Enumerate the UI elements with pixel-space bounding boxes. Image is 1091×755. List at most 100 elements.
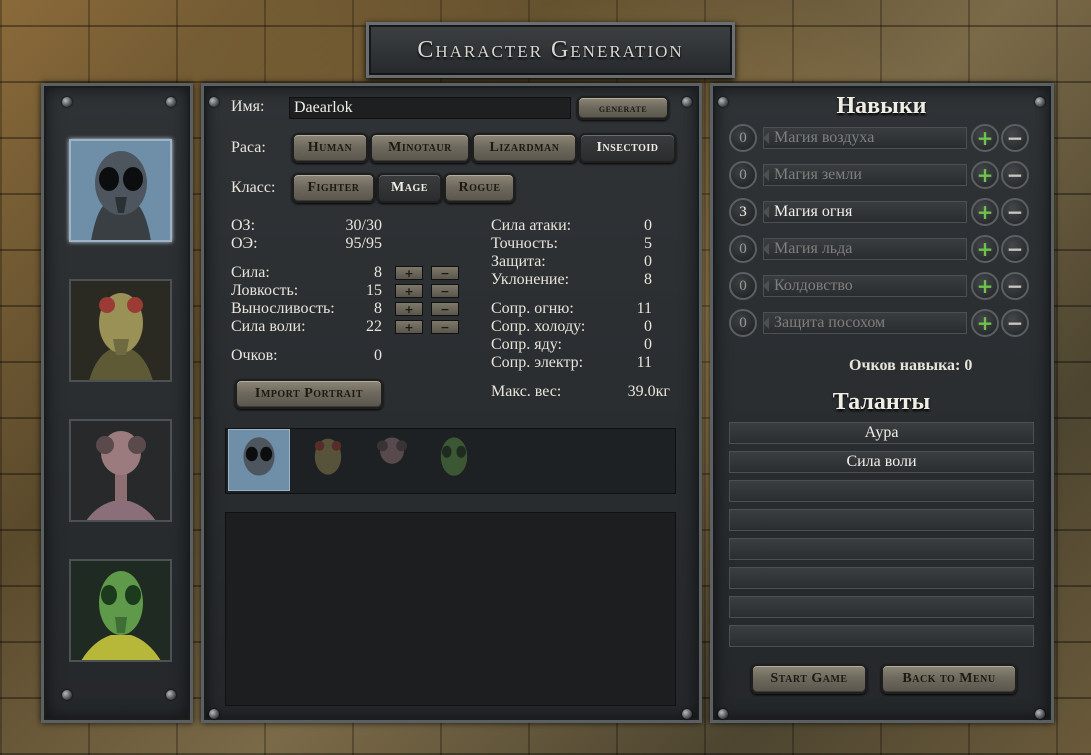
insectoid-portrait-icon [229, 430, 289, 490]
max-weight-label: Макс. вес: [491, 383, 562, 400]
endurance-minus-button[interactable]: − [431, 302, 459, 316]
race-insectoid-label: Insectoid [596, 140, 659, 155]
race-minotaur-label: Minotaur [388, 140, 452, 155]
skill-row: 0 Магия льда + − [729, 235, 1034, 263]
talent-slot[interactable] [729, 567, 1034, 589]
race-label: Раса: [231, 139, 266, 156]
agility-label: Ловкость: [231, 282, 299, 299]
agility-minus-button[interactable]: − [431, 284, 459, 298]
import-portrait-button[interactable]: Import Portrait [235, 379, 383, 409]
description-box [225, 512, 676, 706]
mp-value: 95/95 [345, 235, 382, 252]
rivet [718, 97, 728, 107]
accuracy-label: Точность: [491, 235, 558, 252]
points-label: Очков: [231, 347, 278, 364]
agility-value: 15 [366, 282, 382, 299]
skill-row: 0 Защита посохом + − [729, 309, 1034, 337]
back-to-menu-button[interactable]: Back to Menu [881, 664, 1017, 694]
rivet [682, 97, 692, 107]
rivet [718, 709, 728, 719]
skill-minus-button[interactable]: − [1001, 161, 1029, 189]
strip-portrait-1[interactable] [228, 429, 290, 491]
skill-name: Магия льда [763, 238, 967, 260]
skill-minus-button[interactable]: − [1001, 272, 1029, 300]
race-human-button[interactable]: Human [292, 133, 368, 163]
rivet [166, 690, 176, 700]
willpower-plus-button[interactable]: + [395, 320, 423, 334]
rivet [1035, 97, 1045, 107]
skill-plus-button[interactable]: + [971, 198, 999, 226]
portrait-option-1[interactable] [69, 139, 172, 242]
rivet [62, 97, 72, 107]
race-minotaur-button[interactable]: Minotaur [370, 133, 470, 163]
insectoid-portrait-icon [377, 437, 407, 464]
mp-label: ОЭ: [231, 235, 258, 252]
talent-slot[interactable] [729, 480, 1034, 502]
strength-minus-button[interactable]: − [431, 266, 459, 280]
skill-name: Колдовство [763, 275, 967, 297]
talent-slot[interactable]: Сила воли [729, 451, 1034, 473]
willpower-minus-button[interactable]: − [431, 320, 459, 334]
page-title: Character Generation [417, 36, 684, 63]
skill-row: 3 Магия огня + − [729, 198, 1034, 226]
class-rogue-label: Rogue [458, 180, 501, 195]
skill-row: 0 Колдовство + − [729, 272, 1034, 300]
race-insectoid-button[interactable]: Insectoid [579, 133, 676, 163]
rivet [166, 97, 176, 107]
skill-plus-button[interactable]: + [971, 235, 999, 263]
portrait-option-4[interactable] [69, 559, 172, 662]
skill-value: 0 [729, 272, 757, 300]
race-lizardman-button[interactable]: Lizardman [472, 133, 577, 163]
skill-minus-button[interactable]: − [1001, 124, 1029, 152]
skill-plus-button[interactable]: + [971, 309, 999, 337]
skill-plus-button[interactable]: + [971, 272, 999, 300]
talent-slot[interactable] [729, 538, 1034, 560]
skill-minus-button[interactable]: − [1001, 198, 1029, 226]
insectoid-portrait-icon [71, 561, 170, 660]
class-rogue-button[interactable]: Rogue [444, 173, 515, 203]
class-mage-label: Mage [391, 180, 428, 195]
strip-portrait-4[interactable] [424, 429, 486, 491]
hp-label: ОЗ: [231, 217, 256, 234]
skill-name: Защита посохом [763, 312, 967, 334]
endurance-value: 8 [374, 300, 382, 317]
endurance-label: Выносливость: [231, 300, 335, 317]
defense-label: Защита: [491, 253, 546, 270]
endurance-plus-button[interactable]: + [395, 302, 423, 316]
name-field[interactable] [289, 97, 571, 119]
hp-value: 30/30 [345, 217, 382, 234]
generate-button[interactable]: generate [577, 96, 669, 120]
agility-plus-button[interactable]: + [395, 284, 423, 298]
class-mage-button[interactable]: Mage [377, 173, 442, 203]
start-game-label: Start Game [770, 671, 848, 686]
portrait-option-3[interactable] [69, 419, 172, 522]
strength-value: 8 [374, 264, 382, 281]
shock-resist-value: 11 [636, 354, 652, 371]
skill-value: 3 [729, 198, 757, 226]
generate-label: generate [598, 100, 648, 115]
skill-value: 0 [729, 161, 757, 189]
insectoid-portrait-icon [71, 141, 170, 240]
strip-portrait-2[interactable] [298, 429, 360, 491]
talent-slot[interactable]: Аура [729, 422, 1034, 444]
talent-slot[interactable] [729, 596, 1034, 618]
start-game-button[interactable]: Start Game [751, 664, 867, 694]
talent-slot[interactable] [729, 625, 1034, 647]
skill-minus-button[interactable]: − [1001, 309, 1029, 337]
strength-plus-button[interactable]: + [395, 266, 423, 280]
willpower-label: Сила воли: [231, 318, 306, 335]
skill-value: 0 [729, 124, 757, 152]
strip-portrait-3[interactable] [362, 429, 424, 491]
class-fighter-button[interactable]: Fighter [292, 173, 375, 203]
poison-resist-value: 0 [644, 336, 652, 353]
skill-value: 0 [729, 235, 757, 263]
skill-plus-button[interactable]: + [971, 124, 999, 152]
back-to-menu-label: Back to Menu [902, 671, 996, 686]
skill-minus-button[interactable]: − [1001, 235, 1029, 263]
portrait-option-2[interactable] [69, 279, 172, 382]
talent-slot[interactable] [729, 509, 1034, 531]
skill-value: 0 [729, 309, 757, 337]
cold-resist-value: 0 [644, 318, 652, 335]
skill-plus-button[interactable]: + [971, 161, 999, 189]
cold-resist-label: Сопр. холоду: [491, 318, 586, 335]
